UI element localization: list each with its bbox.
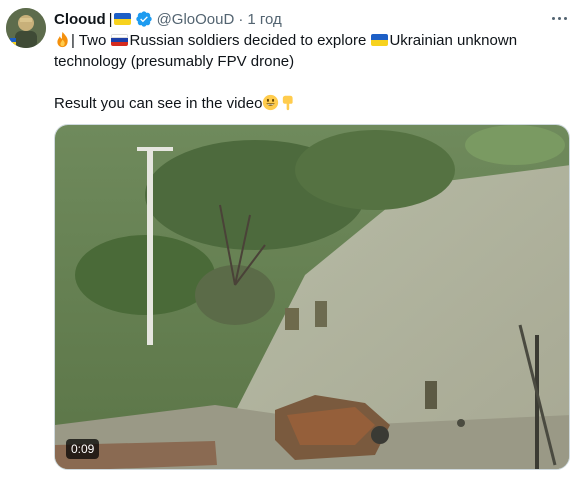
text-segment-3: Ukrainian unknown <box>389 32 518 49</box>
text-segment-1: | Two <box>71 32 107 49</box>
user-handle[interactable]: @GloOouD <box>157 11 235 28</box>
more-horizontal-icon[interactable] <box>548 8 570 28</box>
tweet-text-line-1: | Two Russian soldiers decided to explor… <box>54 30 564 51</box>
tweet-card: Clooud | @GloOouD · 1 год | Two Russian … <box>0 0 579 479</box>
russia-flag-icon <box>111 34 129 46</box>
post-time[interactable]: 1 год <box>247 11 281 28</box>
tweet-header: Clooud | @GloOouD · 1 год <box>54 9 282 29</box>
video-frame <box>55 125 569 469</box>
tweet-text-line-2: technology (presumably FPV drone) <box>54 53 295 70</box>
tweet-text: | Two Russian soldiers decided to explor… <box>54 30 564 114</box>
text-segment-4: Result you can see in the video <box>54 95 263 112</box>
smiling-face-icon <box>263 94 279 111</box>
fire-icon <box>57 31 68 48</box>
text-segment-2: Russian soldiers decided to explore <box>129 32 367 49</box>
header-dot: · <box>238 10 244 28</box>
verified-badge-icon <box>135 11 152 27</box>
display-name[interactable]: Clooud <box>54 11 106 28</box>
tweet-text-line-3: Result you can see in the video <box>54 93 564 114</box>
video-player[interactable]: 0:09 <box>54 124 570 470</box>
name-separator: | <box>108 10 113 28</box>
video-duration-badge: 0:09 <box>66 439 100 459</box>
ukraine-flag-icon <box>113 13 131 25</box>
pointing-down-icon <box>283 95 294 111</box>
ukraine-flag-icon <box>371 34 389 46</box>
avatar[interactable] <box>6 8 46 48</box>
